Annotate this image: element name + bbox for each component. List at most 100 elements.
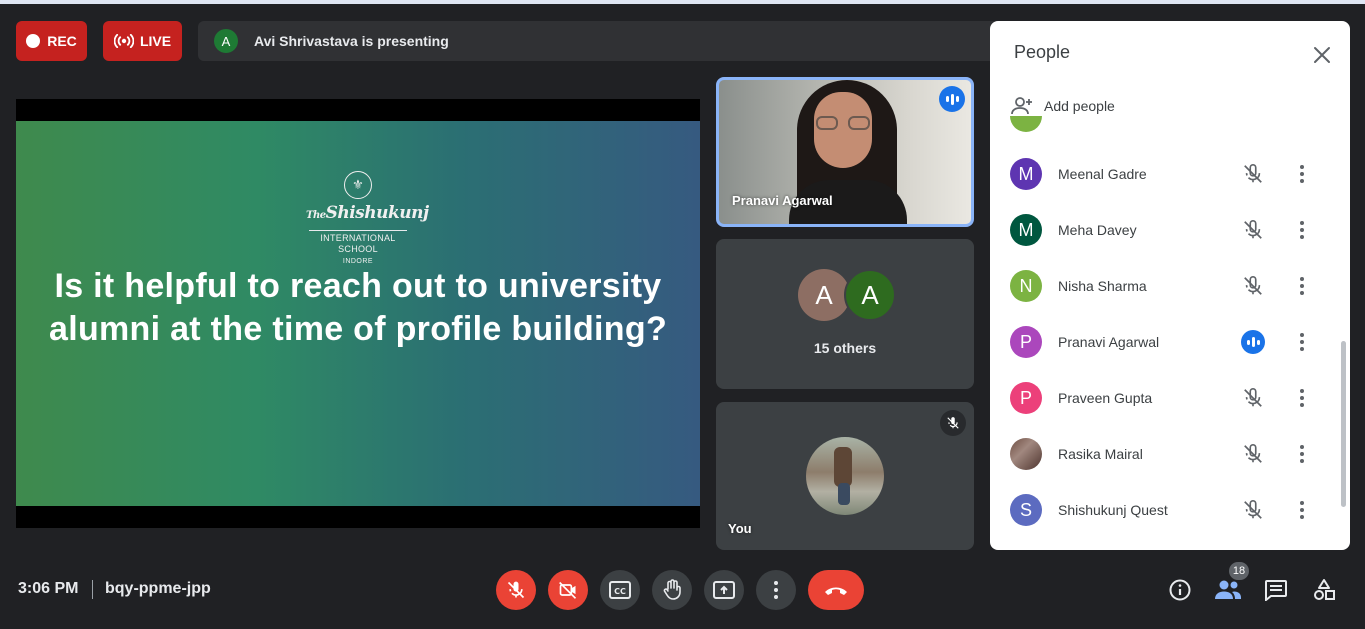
participant-mic-button[interactable]: [1241, 218, 1265, 242]
participant-name: Pranavi Agarwal: [1058, 334, 1160, 350]
speaking-indicator-icon: [1241, 330, 1265, 354]
clock-time: 3:06 PM: [18, 580, 79, 597]
self-view-tile[interactable]: You: [716, 402, 974, 550]
participant-mic-button[interactable]: [1241, 442, 1265, 466]
avatar: M: [1010, 158, 1042, 190]
participant-row[interactable]: M Meenal Gadre: [990, 146, 1340, 202]
more-vertical-icon: [1300, 221, 1304, 239]
panel-title: People: [1014, 42, 1071, 62]
presenter-avatar: A: [214, 29, 238, 53]
mic-off-icon: [1244, 388, 1262, 407]
more-vertical-icon: [1300, 333, 1304, 351]
mic-toggle-button[interactable]: [496, 570, 536, 610]
people-icon: [1215, 580, 1241, 599]
more-vertical-icon: [1300, 445, 1304, 463]
more-options-button[interactable]: [756, 570, 796, 610]
record-dot-icon: [26, 34, 41, 48]
mic-off-icon: [1244, 444, 1262, 463]
avatar: A: [798, 269, 850, 321]
end-call-icon: [825, 587, 847, 595]
participant-more-button[interactable]: [1290, 330, 1314, 354]
add-people-button[interactable]: Add people: [1010, 94, 1115, 118]
close-panel-button[interactable]: [1308, 41, 1336, 69]
presenting-banner: A Avi Shrivastava is presenting: [198, 21, 998, 61]
show-everyone-button[interactable]: [1214, 576, 1242, 604]
mic-off-icon: [507, 581, 525, 599]
presentation-stage[interactable]: ⚜ TheShishukunj INTERNATIONAL SCHOOL IND…: [16, 99, 700, 528]
participant-name: Shishukunj Quest: [1058, 502, 1168, 518]
mic-off-icon: [1244, 164, 1262, 183]
rec-label: REC: [47, 33, 77, 49]
slide-question: Is it helpful to reach out to university…: [48, 267, 668, 348]
activities-shapes-icon: [1314, 579, 1335, 600]
presenting-text: Avi Shrivastava is presenting: [254, 33, 449, 49]
participant-mic-button[interactable]: [1241, 274, 1265, 298]
participant-row[interactable]: M Meha Davey: [990, 202, 1340, 258]
meeting-details-button[interactable]: [1166, 576, 1194, 604]
mic-off-icon: [1244, 220, 1262, 239]
self-avatar-photo: [806, 437, 884, 515]
activities-button[interactable]: [1310, 576, 1338, 604]
speaker-name-label: Pranavi Agarwal: [732, 193, 833, 208]
more-vertical-icon: [1300, 165, 1304, 183]
logo-subtitle: INTERNATIONAL SCHOOL: [320, 233, 396, 254]
participant-row[interactable]: Rasika Mairal: [990, 426, 1340, 482]
participant-more-button[interactable]: [1290, 442, 1314, 466]
more-vertical-icon: [774, 581, 778, 599]
hand-icon: [663, 579, 681, 600]
participant-name: Praveen Gupta: [1058, 390, 1153, 406]
chat-icon: [1265, 580, 1287, 601]
present-screen-button[interactable]: [704, 570, 744, 610]
more-vertical-icon: [1300, 501, 1304, 519]
recording-indicator-button[interactable]: REC: [16, 21, 87, 61]
camera-toggle-button[interactable]: [548, 570, 588, 610]
avatar: N: [1010, 270, 1042, 302]
participant-mic-button[interactable]: [1241, 386, 1265, 410]
logo-city: INDORE: [342, 258, 374, 265]
raise-hand-button[interactable]: [652, 570, 692, 610]
mic-off-icon: [1244, 500, 1262, 519]
others-count-label: 15 others: [813, 340, 877, 356]
add-person-icon: [1011, 97, 1032, 115]
participant-row[interactable]: P Pranavi Agarwal: [990, 314, 1340, 370]
participant-more-button[interactable]: [1290, 218, 1314, 242]
chat-button[interactable]: [1262, 576, 1290, 604]
avatar: P: [1010, 326, 1042, 358]
participant-more-button[interactable]: [1290, 162, 1314, 186]
captions-button[interactable]: CC: [600, 570, 640, 610]
participant-row[interactable]: S Shishukunj Quest: [990, 482, 1340, 538]
active-speaker-tile[interactable]: Pranavi Agarwal: [716, 77, 974, 227]
browser-top-strip: [0, 0, 1365, 4]
participant-name: Meha Davey: [1058, 222, 1137, 238]
present-screen-icon: [713, 581, 735, 599]
participant-name: Meenal Gadre: [1058, 166, 1147, 182]
meeting-code: bqy-ppme-jpp: [105, 580, 211, 597]
camera-off-icon: [559, 581, 577, 599]
participant-mic-button[interactable]: [1241, 162, 1265, 186]
participants-count-badge: 18: [1229, 562, 1249, 580]
more-vertical-icon: [1300, 277, 1304, 295]
info-icon: [1169, 579, 1191, 601]
participant-name: Rasika Mairal: [1058, 446, 1143, 462]
mic-off-icon: [1244, 276, 1262, 295]
others-tile[interactable]: A A 15 others: [716, 239, 974, 389]
live-stream-indicator-button[interactable]: LIVE: [103, 21, 182, 61]
participant-more-button[interactable]: [1290, 274, 1314, 298]
svg-text:CC: CC: [614, 587, 626, 596]
participant-row[interactable]: N Nisha Sharma: [990, 258, 1340, 314]
avatar: [1010, 116, 1042, 132]
panel-scrollbar[interactable]: [1341, 341, 1346, 507]
school-logo: ⚜ TheShishukunj INTERNATIONAL SCHOOL IND…: [306, 171, 429, 265]
logo-wordmark: TheShishukunj: [306, 203, 429, 223]
participant-row[interactable]: P Praveen Gupta: [990, 370, 1340, 426]
avatar: M: [1010, 214, 1042, 246]
others-avatar-stack: A A: [798, 269, 898, 321]
live-label: LIVE: [139, 33, 172, 49]
leave-call-button[interactable]: [808, 570, 864, 610]
participant-more-button[interactable]: [1290, 498, 1314, 522]
participant-more-button[interactable]: [1290, 386, 1314, 410]
avatar: [1010, 438, 1042, 470]
participant-mic-button[interactable]: [1241, 498, 1265, 522]
participant-name: Nisha Sharma: [1058, 278, 1147, 294]
add-people-label: Add people: [1044, 98, 1115, 114]
